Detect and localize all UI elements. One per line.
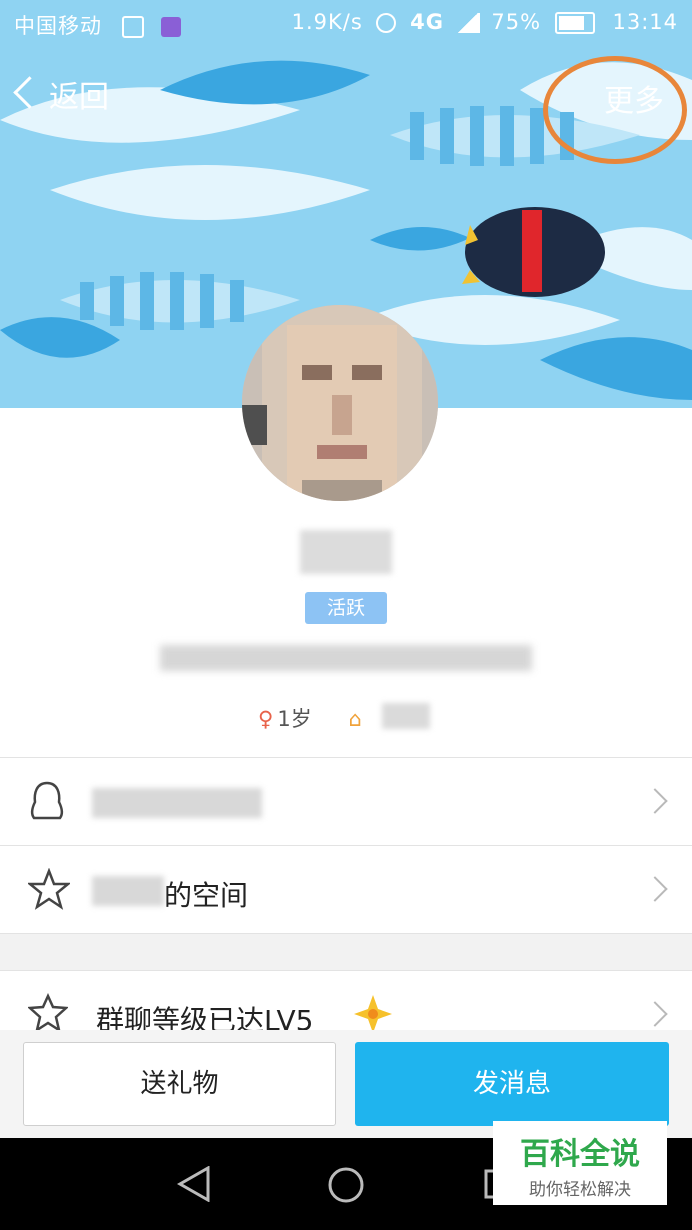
age-label: 1岁 — [277, 707, 312, 731]
status-badge: 活跃 — [305, 592, 387, 624]
hometown-blurred — [382, 703, 430, 729]
network-speed: 1.9K/s — [291, 10, 363, 34]
battery-icon — [554, 12, 595, 34]
space-label: 的空间 — [164, 879, 249, 912]
app-notification-icon — [121, 16, 144, 38]
watermark-subtitle: 助你轻松解决 — [529, 1180, 631, 1200]
watermark-title: 百科全说 — [520, 1137, 640, 1172]
sparkle-badge-icon — [354, 995, 392, 1033]
back-triangle-icon[interactable] — [176, 1166, 212, 1202]
chevron-right-icon — [642, 1001, 668, 1027]
age-icon: ♀ — [258, 707, 274, 731]
signature-blurred — [160, 645, 532, 671]
highlight-circle-annotation — [543, 56, 687, 164]
send-message-button[interactable]: 发消息 — [355, 1042, 669, 1126]
pixelated-face-image — [242, 305, 438, 501]
signal-icon — [455, 13, 480, 33]
nickname-blurred — [300, 530, 392, 574]
account-number-blurred — [92, 788, 262, 818]
profile-info-line: ♀ 1岁 ⌂ — [258, 703, 362, 731]
watermark-logo: 百科全说 助你轻松解决 — [493, 1121, 667, 1205]
qzone-row[interactable]: 的空间 — [0, 846, 692, 934]
back-button[interactable]: 返回 — [13, 72, 109, 116]
chevron-left-icon — [13, 76, 46, 109]
home-icon: ⌂ — [348, 707, 362, 731]
chevron-right-icon — [642, 876, 668, 902]
home-circle-icon[interactable] — [327, 1166, 365, 1204]
star-outline-icon — [28, 868, 70, 910]
carrier-label: 中国移动 — [14, 14, 102, 38]
send-gift-button[interactable]: 送礼物 — [23, 1042, 336, 1126]
section-gap — [0, 934, 692, 970]
group-star-icon — [28, 993, 68, 1033]
avatar[interactable] — [242, 305, 438, 501]
qq-account-row[interactable] — [0, 758, 692, 846]
network-type: 4G — [410, 10, 445, 34]
battery-percent: 75% — [491, 10, 542, 34]
alarm-icon — [376, 13, 397, 33]
back-label: 返回 — [49, 80, 109, 115]
penguin-outline-icon — [30, 781, 64, 820]
owner-name-blurred — [92, 876, 164, 906]
clock: 13:14 — [612, 10, 678, 34]
gallery-notification-icon — [161, 17, 182, 37]
chevron-right-icon — [642, 788, 668, 814]
status-bar: 中国移动 1.9K/s 4G 75% 13:14 — [0, 0, 692, 48]
